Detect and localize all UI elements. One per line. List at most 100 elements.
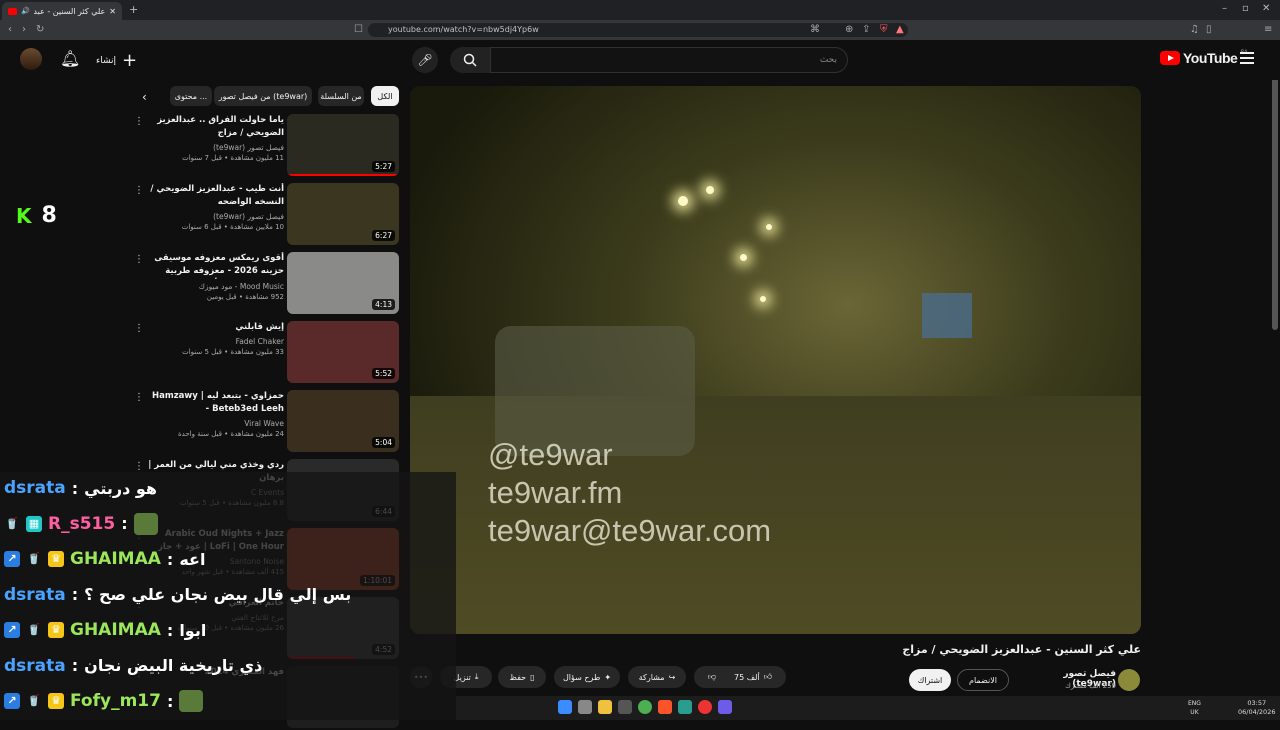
forward-icon[interactable]: › [22,24,26,35]
start-icon[interactable] [558,700,572,714]
channel-avatar[interactable] [1118,669,1140,691]
recommendation-channel[interactable]: فيصل تصور (te9war) [148,212,284,221]
recommendation-thumbnail[interactable]: 6:27 [287,183,399,245]
chip-all[interactable]: الكل [371,86,399,106]
clock[interactable]: 03:57 06/04/2026 [1238,699,1275,717]
reload-icon[interactable]: ↻ [36,24,44,35]
music-icon[interactable]: ♫ [1190,24,1199,35]
recommendation-views: 952 مشاهدة • قبل يومين [206,293,284,301]
youtube-logo[interactable]: YouTube SA [1160,50,1248,66]
app-icon[interactable] [678,700,692,714]
recommendation-thumbnail[interactable]: 5:27 [287,114,399,176]
share-button[interactable]: مشاركة ↪ [628,666,686,688]
language-indicator[interactable]: ENG UK [1188,699,1201,717]
subscribe-button[interactable]: اشتراك [909,669,951,691]
watermark-line: te9war@te9war.com [488,513,772,548]
ask-button[interactable]: طرح سؤال ✦ [554,666,620,688]
video-player[interactable]: @te9war te9war.fm te9war@te9war.com [410,86,1141,634]
brave-icon[interactable] [658,700,672,714]
translate-icon[interactable]: ⌘ [810,24,820,35]
create-label: إنشاء [96,55,117,66]
recommendation-title[interactable]: أنت طيب - عبدالعزيز الضويحي / النسخه الو… [148,183,284,209]
save-button[interactable]: حفظ ▯ [498,666,546,688]
more-options-icon[interactable]: ⋮ [134,116,144,127]
ask-label: طرح سؤال [562,672,601,682]
new-tab-button[interactable]: + [129,3,138,16]
recommendation-item[interactable]: ⋮ حمزاوي - بتبعد ليه | Hamzawy - Beteb3e… [134,390,400,454]
chat-message: ↗ 🥤 ♛ GHAIMAA: ابوا [4,614,206,646]
chrome-icon[interactable] [638,700,652,714]
browser-tab[interactable]: 🔊 علي كثر السنين - عبدالعزيز الضويحي / م… [2,2,122,20]
file-explorer-icon[interactable] [598,700,612,714]
recommendation-channel[interactable]: Viral Wave [148,419,284,428]
guide-menu-icon[interactable] [1240,52,1254,64]
recommendation-item[interactable]: ⋮ إيش قابلني Fadel Chaker 33 مليون مشاهد… [134,321,400,385]
youtube-favicon-icon [8,7,17,15]
more-options-icon[interactable]: ⋮ [134,392,144,403]
recommendation-item[interactable]: ⋮ ياما حاولت الفراق .. عبدالعزيز الضويحي… [134,114,400,178]
voice-search-button[interactable]: 🎤︎ [412,47,438,73]
browser-tab-bar: 🔊 علي كثر السنين - عبدالعزيز الضويحي / م… [0,0,1280,20]
recommendation-item[interactable]: ⋮ أنت طيب - عبدالعزيز الضويحي / النسخه ا… [134,183,400,247]
bookmark-save-icon: ▯ [530,672,535,682]
sidebar-icon[interactable]: ▯ [1206,24,1212,35]
rewards-icon[interactable]: ▲ [896,24,904,35]
chip-from-channel[interactable]: من فيصل تصور (te9war) [214,86,312,106]
bookmark-icon[interactable]: ☐ [354,24,363,35]
dislike-icon[interactable]: 👎︎ [708,672,716,682]
more-options-icon[interactable]: ⋮ [134,185,144,196]
search-icon [463,53,477,67]
more-options-icon[interactable]: ⋮ [134,323,144,334]
chat-text: هو دربتي [84,478,157,498]
close-window-icon[interactable]: ✕ [1262,3,1270,14]
recommendation-channel[interactable]: Mood Music - مود ميوزك [148,282,284,291]
zoom-icon[interactable]: ⊕ [845,24,853,35]
create-button[interactable]: إنشاء + [96,50,137,71]
recommendation-thumbnail[interactable]: 4:13 [287,252,399,314]
recommendation-title[interactable]: أقوى ريمكس معزوفه موسيقى حزينه 2026 - مع… [148,252,284,279]
recommendation-channel[interactable]: Fadel Chaker [148,337,284,346]
more-options-icon[interactable]: ⋮ [134,461,144,472]
avatar[interactable] [20,48,42,70]
chips-scroll-left-icon[interactable]: ‹ [142,90,147,104]
crown-badge-icon: ♛ [48,693,64,709]
search-button[interactable] [450,47,490,73]
search-input[interactable]: بحث [490,47,848,73]
recommendation-thumbnail[interactable]: 5:52 [287,321,399,383]
app-icon[interactable] [618,700,632,714]
brave-shield-icon[interactable]: ⛨ [880,24,888,35]
search-taskbar-icon[interactable] [578,700,592,714]
page-scrollbar[interactable] [1272,42,1278,330]
recommendation-channel[interactable]: فيصل تصور (te9war) [148,143,284,152]
like-count: 75 ألف [734,672,760,682]
duration-badge: 5:27 [372,161,395,172]
recommendation-title[interactable]: ياما حاولت الفراق .. عبدالعزيز الضويحي /… [148,114,284,140]
chat-message: ↗ 🥤 ♛ GHAIMAA: اعه [4,543,205,575]
tab-title: علي كثر السنين - عبدالعزيز الضويحي / مزا… [33,6,106,16]
kick-badge-icon: ↗ [4,551,20,567]
chip-from-series[interactable]: من السلسلة [318,86,364,106]
menu-icon[interactable]: ≡ [1264,24,1272,35]
recommendation-title[interactable]: حمزاوي - بتبعد ليه | Hamzawy - Beteb3ed … [148,390,284,416]
close-tab-icon[interactable]: ✕ [109,7,116,16]
join-button[interactable]: الانضمام [957,669,1009,691]
sparkle-icon: ✦ [604,672,612,682]
notifications-bell-icon[interactable]: 🔔︎ [60,49,80,68]
back-icon[interactable]: ‹ [8,24,12,35]
chat-message: 🥤 ▦ R_s515: [4,508,158,540]
minimize-icon[interactable]: – [1222,3,1227,14]
recommendation-item[interactable]: ⋮ أقوى ريمكس معزوفه موسيقى حزينه 2026 - … [134,252,400,316]
stream-chat-overlay: dsrata: هو دربتي 🥤 ▦ R_s515: ↗ 🥤 ♛ GHAIMAA: اعه ds… [0,472,456,720]
audio-icon[interactable]: 🔊 [21,7,30,15]
share-page-icon[interactable]: ⇪ [862,24,870,35]
crown-badge-icon: ♛ [48,551,64,567]
chip-more[interactable]: محتوى ... [170,86,212,106]
recommendation-title[interactable]: إيش قابلني [148,321,284,334]
discord-icon[interactable] [718,700,732,714]
more-options-icon[interactable]: ⋮ [134,254,144,265]
like-icon[interactable]: 👍︎ [764,672,772,682]
url-field[interactable]: youtube.com/watch?v=nbw5dj4Yp6w [368,23,908,37]
maximize-icon[interactable]: ▫ [1242,3,1249,14]
recommendation-thumbnail[interactable]: 5:04 [287,390,399,452]
app-icon[interactable] [698,700,712,714]
